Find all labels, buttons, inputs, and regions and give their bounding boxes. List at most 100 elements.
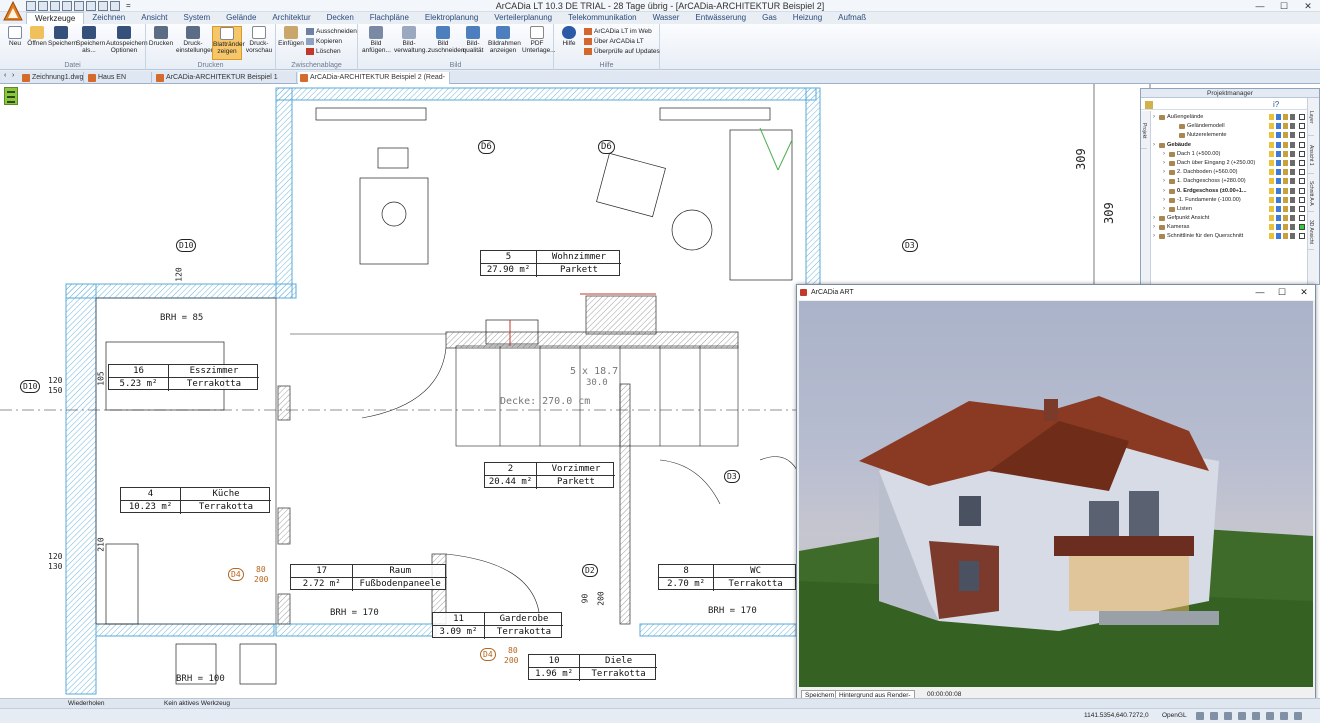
save-button[interactable]: Speichern — [48, 26, 77, 60]
close-button[interactable]: ✕ — [1296, 0, 1320, 12]
expand-chevron-icon[interactable]: › — [1153, 141, 1155, 150]
visibility-checkbox[interactable] — [1299, 233, 1305, 240]
lock-icon[interactable] — [1283, 205, 1288, 212]
visibility-checkbox[interactable] — [1299, 224, 1305, 231]
visibility-checkbox[interactable] — [1299, 178, 1305, 185]
bulb-icon[interactable] — [1269, 187, 1274, 194]
pin-icon[interactable] — [1276, 169, 1281, 176]
expand-chevron-icon[interactable]: › — [1163, 177, 1165, 186]
check-updates-button[interactable]: Überprüfe auf Updates — [584, 47, 660, 57]
ribbon-tab-13[interactable]: Gas — [754, 12, 785, 24]
layer-icon[interactable] — [1290, 224, 1295, 231]
view-tab-2[interactable]: Schnitt A-A — [1308, 176, 1314, 212]
tree-item[interactable]: › Gefpunkt Ansicht — [1153, 214, 1307, 223]
view-tab-3[interactable]: 3D Ansicht — [1308, 214, 1314, 250]
layer-icon[interactable] — [1290, 123, 1295, 130]
ribbon-tab-6[interactable]: Decken — [319, 12, 362, 24]
visibility-checkbox[interactable] — [1299, 169, 1305, 176]
tree-item[interactable]: › Außengelände — [1153, 113, 1307, 122]
manager-settings-icon[interactable] — [1145, 101, 1153, 109]
ribbon-tab-15[interactable]: Aufmaß — [830, 12, 874, 24]
tree-item[interactable]: › Schnittlinie für den Querschnitt — [1153, 232, 1307, 241]
expand-chevron-icon[interactable]: › — [1163, 187, 1165, 196]
bulb-icon[interactable] — [1269, 141, 1274, 148]
expand-chevron-icon[interactable]: › — [1153, 232, 1155, 241]
print-preview-button[interactable]: Druck-vorschau — [244, 26, 274, 60]
autosave-options-button[interactable]: Autospeichern Optionen — [106, 26, 148, 60]
bulb-icon[interactable] — [1269, 159, 1274, 166]
ribbon-tab-12[interactable]: Entwässerung — [687, 12, 754, 24]
render-viewport[interactable] — [799, 301, 1313, 687]
layer-icon[interactable] — [1290, 141, 1295, 148]
layer-icon[interactable] — [1290, 132, 1295, 139]
render-maximize-button[interactable]: ☐ — [1271, 285, 1293, 300]
layer-icon[interactable] — [1290, 215, 1295, 222]
visibility-checkbox[interactable] — [1299, 123, 1305, 130]
tree-item[interactable]: › Kameras — [1153, 223, 1307, 232]
ribbon-tab-10[interactable]: Telekommunikation — [560, 12, 644, 24]
ribbon-tab-5[interactable]: Architektur — [264, 12, 318, 24]
paste-button[interactable]: Einfügen — [278, 26, 304, 60]
layer-icon[interactable] — [1290, 169, 1295, 176]
doc-tab-1[interactable]: Haus EN 2D.dwg — [86, 72, 152, 93]
open-button[interactable]: Öffnen — [24, 26, 50, 60]
ribbon-tab-9[interactable]: Verteilerplanung — [486, 12, 560, 24]
ribbon-tab-7[interactable]: Flachpläne — [362, 12, 417, 24]
osnap-icon[interactable] — [1252, 712, 1260, 720]
cut-button[interactable]: Ausschneiden — [306, 27, 357, 37]
layer-icon[interactable] — [1290, 233, 1295, 240]
bulb-icon[interactable] — [1269, 114, 1274, 120]
visibility-checkbox[interactable] — [1299, 132, 1305, 139]
image-frame-button[interactable]: Bildrahmen anzeigen — [488, 26, 521, 60]
lock-icon[interactable] — [1283, 233, 1288, 240]
ortho-icon[interactable] — [1224, 712, 1232, 720]
pin-icon[interactable] — [1276, 159, 1281, 166]
model-icon[interactable] — [1280, 712, 1288, 720]
pin-icon[interactable] — [1276, 150, 1281, 157]
bulb-icon[interactable] — [1269, 123, 1274, 130]
expand-chevron-icon[interactable]: › — [1153, 223, 1155, 232]
ribbon-tab-8[interactable]: Elektroplanung — [417, 12, 486, 24]
info-icon[interactable]: i? — [1273, 100, 1279, 109]
maximize-button[interactable]: ☐ — [1272, 0, 1296, 12]
doc-tab-3[interactable]: ArCADia-ARCHITEKTUR Beispiel 2 (Read-onl… — [298, 72, 450, 93]
layer-icon[interactable] — [1290, 159, 1295, 166]
hamburger-menu-button[interactable] — [4, 87, 18, 105]
visibility-checkbox[interactable] — [1299, 205, 1305, 212]
expand-chevron-icon[interactable]: › — [1163, 168, 1165, 177]
image-attach-button[interactable]: Bild anfügen... — [362, 26, 391, 60]
expand-chevron-icon[interactable]: › — [1153, 113, 1155, 122]
bulb-icon[interactable] — [1269, 224, 1274, 231]
ribbon-tab-4[interactable]: Gelände — [218, 12, 264, 24]
print-button[interactable]: Drucken — [148, 26, 174, 60]
tree-item[interactable]: › -1. Fundamente (-100.00) — [1153, 196, 1307, 205]
pin-icon[interactable] — [1276, 141, 1281, 148]
lock-icon[interactable] — [1283, 196, 1288, 203]
status-settings-icon[interactable] — [1294, 712, 1302, 720]
layer-icon[interactable] — [1290, 114, 1295, 120]
copy-button[interactable]: Kopieren — [306, 37, 342, 47]
layer-icon[interactable] — [1290, 196, 1295, 203]
pin-icon[interactable] — [1276, 215, 1281, 222]
visibility-checkbox[interactable] — [1299, 114, 1305, 120]
bulb-icon[interactable] — [1269, 215, 1274, 222]
print-settings-button[interactable]: Druck-einstellungen — [176, 26, 214, 60]
image-manager-button[interactable]: Bild-verwaltung... — [394, 26, 431, 60]
minimize-button[interactable]: — — [1248, 0, 1272, 12]
delete-button[interactable]: Löschen — [306, 47, 341, 57]
pin-icon[interactable] — [1276, 114, 1281, 120]
render-minimize-button[interactable]: — — [1249, 285, 1271, 300]
bulb-icon[interactable] — [1269, 233, 1274, 240]
tree-item[interactable]: Geländemodell — [1153, 122, 1307, 131]
lock-icon[interactable] — [1283, 169, 1288, 176]
tabs-scroll-right-icon[interactable]: › — [12, 72, 14, 79]
render-close-button[interactable]: ✕ — [1293, 285, 1315, 300]
pin-icon[interactable] — [1276, 224, 1281, 231]
lock-icon[interactable] — [1283, 123, 1288, 130]
visibility-checkbox[interactable] — [1299, 187, 1305, 194]
ribbon-tab-11[interactable]: Wasser — [645, 12, 688, 24]
lock-icon[interactable] — [1283, 187, 1288, 194]
expand-chevron-icon[interactable]: › — [1153, 214, 1155, 223]
tree-item[interactable]: › Listen — [1153, 205, 1307, 214]
tree-item[interactable]: › 1. Dachgeschoss (+280.00) — [1153, 177, 1307, 186]
